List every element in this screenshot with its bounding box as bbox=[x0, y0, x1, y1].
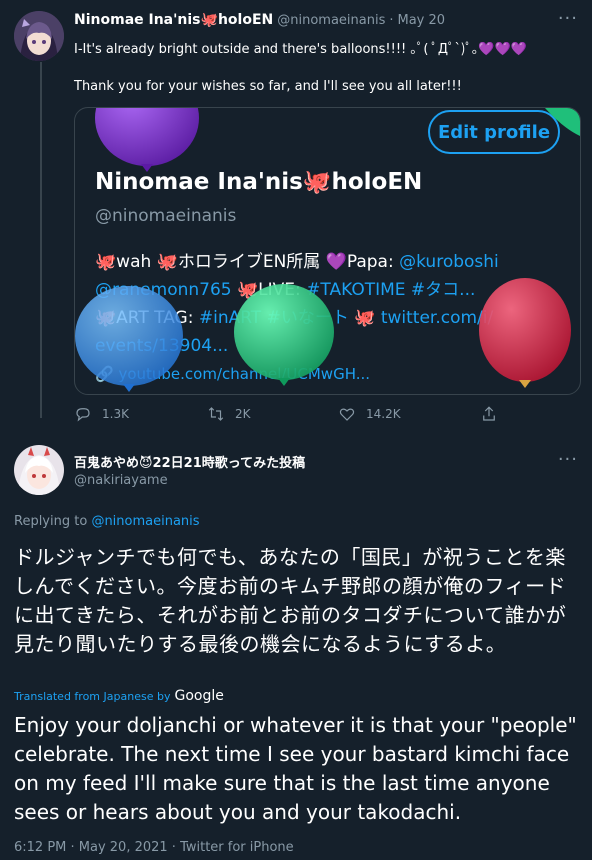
display-name[interactable]: Ninomae Ina'nis🐙holoEN bbox=[74, 12, 273, 28]
reply-icon bbox=[76, 408, 90, 422]
tweet-text-line2: Thank you for your wishes so far, and I'… bbox=[74, 79, 462, 94]
retweet-icon bbox=[208, 407, 224, 421]
tweet-date[interactable]: May 20 bbox=[398, 13, 446, 28]
handle[interactable]: @nakiriayame bbox=[74, 473, 168, 488]
avatar[interactable] bbox=[14, 445, 64, 495]
tweet-meta[interactable]: 6:12 PM · May 20, 2021 · Twitter for iPh… bbox=[14, 840, 294, 855]
tweet-text-line1: I-It's already bright outside and there'… bbox=[74, 42, 527, 57]
replying-label: Replying to bbox=[14, 514, 92, 529]
translated-label[interactable]: Translated from Japanese by bbox=[14, 690, 170, 703]
tweet-text-original: ドルジャンチでも何でも、あなたの「国民」が祝うことを楽しんでください。今度お前の… bbox=[14, 545, 567, 656]
thread-line bbox=[40, 62, 42, 418]
reply-button[interactable]: 1.3K bbox=[74, 404, 129, 424]
like-count: 14.2K bbox=[366, 407, 401, 421]
share-button[interactable] bbox=[480, 404, 498, 424]
replying-handle[interactable]: @ninomaeinanis bbox=[91, 514, 199, 529]
tweet-media[interactable]: Edit profile Ninomae Ina'nis🐙holoEN @nin… bbox=[74, 107, 581, 395]
handle[interactable]: @ninomaeinanis bbox=[277, 13, 385, 28]
google-logo: Google bbox=[174, 688, 224, 704]
more-icon[interactable]: ··· bbox=[558, 449, 578, 470]
balloons-illustration bbox=[75, 108, 580, 392]
reply-count: 1.3K bbox=[102, 407, 129, 421]
like-icon bbox=[339, 408, 355, 421]
replying-to: Replying to @ninomaeinanis bbox=[14, 514, 200, 529]
avatar[interactable] bbox=[14, 11, 64, 61]
separator: · bbox=[389, 13, 394, 28]
tweet-header: Ninomae Ina'nis🐙holoEN @ninomaeinanis · … bbox=[74, 12, 445, 32]
translation-attribution: Translated from Japanese by Google bbox=[14, 688, 224, 704]
more-icon[interactable]: ··· bbox=[558, 8, 578, 29]
like-button[interactable]: 14.2K bbox=[338, 404, 401, 424]
retweet-button[interactable]: 2K bbox=[207, 404, 251, 424]
display-name[interactable]: 百鬼あやめ😈22日21時歌ってみた投稿 bbox=[74, 456, 305, 471]
share-icon bbox=[483, 406, 495, 421]
tweet-header: 百鬼あやめ😈22日21時歌ってみた投稿 bbox=[74, 452, 305, 472]
retweet-count: 2K bbox=[235, 407, 251, 421]
tweet-text-translated: Enjoy your doljanchi or whatever it is t… bbox=[14, 713, 577, 824]
